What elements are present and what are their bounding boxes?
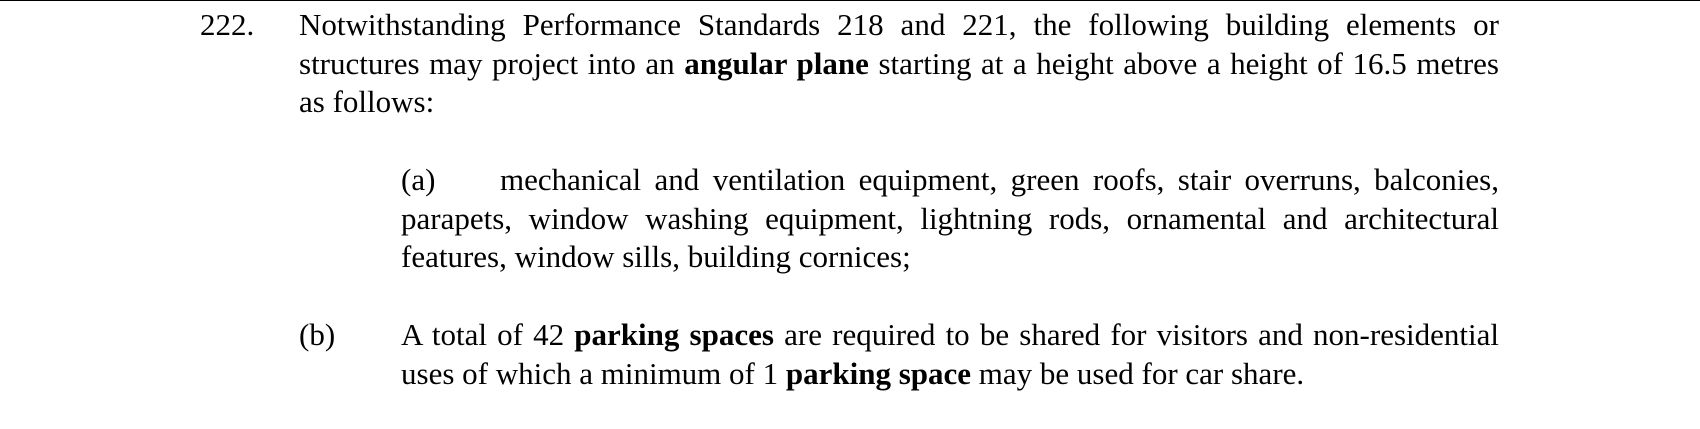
list-item-b-marker: (b) <box>299 317 336 352</box>
list-item-b-text-part-1: A total of 42 <box>401 317 575 352</box>
clause-number: 222. <box>200 7 255 42</box>
list-item-b-text-part-3: may be used for car share. <box>971 355 1305 391</box>
defined-term-parking-space: parking space <box>785 355 972 391</box>
clause-text: Notwithstanding Performance Standards 21… <box>299 6 1499 122</box>
defined-term-angular-plane: angular plane <box>684 45 869 81</box>
top-divider <box>0 0 1700 1</box>
list-item-a-marker: (a) <box>401 162 436 197</box>
list-item-b-text: A total of 42 parking spaces are require… <box>401 316 1499 393</box>
defined-term-parking-spaces: parking spaces <box>574 317 774 352</box>
list-item-a: (a) mechanical and ventilation equipment,… <box>401 161 1499 277</box>
list-item-a-text: mechanical and ventilation equipment, gr… <box>401 162 1499 274</box>
